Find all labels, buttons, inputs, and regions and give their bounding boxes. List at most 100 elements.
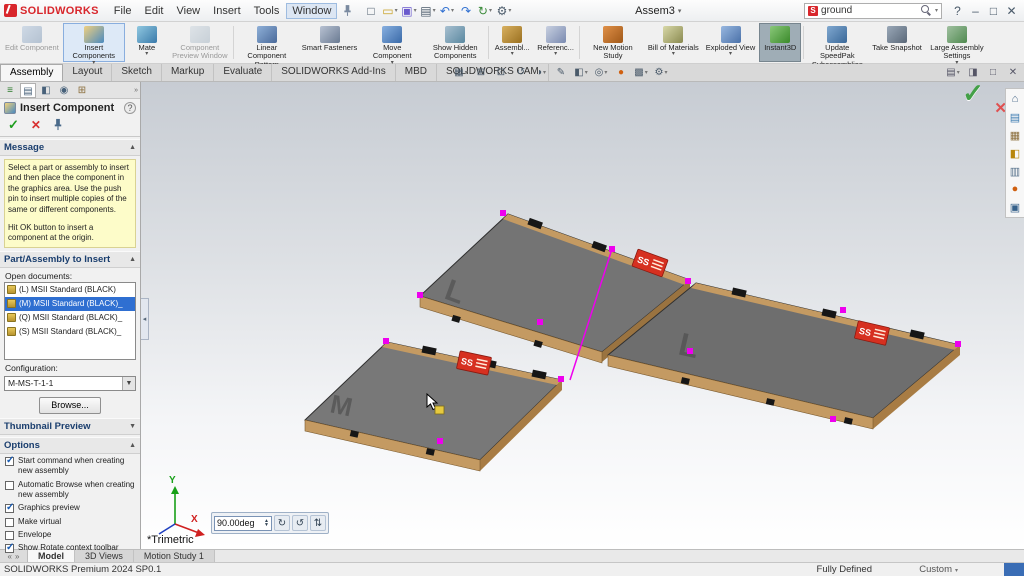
property-manager-tab[interactable]: ▤ [20,83,36,98]
tab-sketch[interactable]: Sketch [112,64,162,81]
doc-restore-icon[interactable]: □ [985,65,1001,80]
ribbon-show-hidden-components[interactable]: Show Hidden Components [424,23,486,62]
display-style-icon[interactable]: ◧ [572,65,590,80]
search-input[interactable] [821,5,918,16]
options-section-header[interactable]: Options▲ [0,437,140,454]
tab-evaluate[interactable]: Evaluate [214,64,272,81]
display-manager-tab[interactable]: ◉ [56,83,72,98]
menu-tools[interactable]: Tools [248,3,286,19]
document-item[interactable]: (Q) MSII Standard (BLACK)_ [5,311,135,325]
open-icon[interactable]: ▭ [381,2,398,19]
configuration-manager-tab[interactable]: ◧ [38,83,54,98]
option-make-virtual[interactable]: Make virtual [0,515,140,528]
ribbon-move-component[interactable]: Move Component [361,23,423,62]
ribbon-update-speedpak[interactable]: Update SpeedPak Subassemblies [806,23,868,62]
help-icon[interactable]: ? [949,2,966,19]
ribbon-reference-geometry[interactable]: Referenc... [534,23,577,62]
ribbon-linear-component-pattern[interactable]: Linear Component Pattern [236,23,298,62]
hide-show-items-icon[interactable]: ◎ [592,65,610,80]
ribbon-new-motion-study[interactable]: New Motion Study [582,23,644,62]
ribbon-component-preview-window[interactable]: Component Preview Window [169,23,231,62]
view-settings-icon[interactable]: ⚙ [652,65,670,80]
pushpin-icon[interactable] [53,118,63,133]
task-pane-icon[interactable]: ◨ [965,65,981,80]
chevron-down-icon[interactable]: ▼ [122,377,135,390]
tab-assembly[interactable]: Assembly [0,64,63,81]
custom-properties-icon[interactable]: ▣ [1008,200,1023,214]
save-icon[interactable]: ▣ [400,2,417,19]
minimize-icon[interactable]: – [967,2,984,19]
appearances-icon[interactable]: ● [1008,182,1023,196]
manager-tabs-overflow-icon[interactable]: » [134,87,138,94]
message-section-header[interactable]: Message▲ [0,139,140,156]
view-orientation-icon[interactable]: ▦ [452,65,470,80]
configuration-select[interactable]: M-MS-T-1-1 ▼ [4,376,136,391]
option-envelope[interactable]: Envelope [0,528,140,541]
confirm-ok-icon[interactable]: ✓ [962,82,984,109]
redo-icon[interactable]: ↷ [457,2,474,19]
option-automatic-browse[interactable]: Automatic Browse when creating new assem… [0,478,140,502]
rotate-cw-icon[interactable]: ↻ [274,515,290,531]
new-document-icon[interactable]: □ [362,2,379,19]
previous-view-icon[interactable]: ↺ [512,65,530,80]
tab-motion-study-1[interactable]: Motion Study 1 [134,550,215,562]
ribbon-large-assembly-settings[interactable]: Large Assembly Settings [926,23,988,62]
checkbox[interactable] [5,457,14,466]
tab-markup[interactable]: Markup [162,64,214,81]
ribbon-bill-of-materials[interactable]: Bill of Materials [645,23,702,62]
zoom-fit-icon[interactable]: ⊞ [472,65,490,80]
panel-collapse-handle[interactable]: ◂ [141,298,149,340]
options-icon[interactable]: ⚙ [495,2,512,19]
print-icon[interactable]: ▤ [419,2,436,19]
tab-solidworks-add-ins[interactable]: SOLIDWORKS Add-Ins [272,64,395,81]
checkbox[interactable] [5,544,14,553]
maximize-icon[interactable]: □ [985,2,1002,19]
ribbon-instant3d[interactable]: Instant3D [759,23,801,62]
annotations-icon[interactable]: ✎ [552,65,570,80]
menu-view[interactable]: View [170,3,206,19]
rotate-ccw-icon[interactable]: ↺ [292,515,308,531]
flip-icon[interactable]: ⇅ [310,515,326,531]
ok-button[interactable]: ✓ [8,117,19,133]
document-item[interactable]: (S) MSII Standard (BLACK)_ [5,325,135,339]
ribbon-smart-fasteners[interactable]: Smart Fasteners [299,23,360,62]
checkbox[interactable] [5,481,14,490]
pm-help-icon[interactable]: ? [124,102,136,114]
option-graphics-preview[interactable]: Graphics preview [0,501,140,514]
zoom-area-icon[interactable]: ⊡ [492,65,510,80]
status-tag-icon[interactable] [1004,563,1024,576]
dimxpert-manager-tab[interactable]: ⊞ [74,83,90,98]
spinner-icons[interactable]: ▲▼ [264,519,269,527]
document-item[interactable]: (L) MSII Standard (BLACK) [5,283,135,297]
cancel-button[interactable]: ✕ [31,118,41,132]
design-library-icon[interactable]: ▦ [1008,128,1023,142]
browse-button[interactable]: Browse... [39,397,101,414]
menu-insert[interactable]: Insert [207,3,247,19]
apply-scene-icon[interactable]: ▩ [632,65,650,80]
checkbox[interactable] [5,531,14,540]
menubar-pin-icon[interactable] [343,4,352,17]
search-box[interactable]: S ▾ [804,3,942,19]
home-icon[interactable]: ⌂ [1008,92,1023,106]
rebuild-icon[interactable]: ↻ [476,2,493,19]
graphics-viewport[interactable]: L L M [141,82,1024,549]
document-item-selected[interactable]: (M) MSII Standard (BLACK)_ [5,297,135,311]
thumbnail-preview-section-header[interactable]: Thumbnail Preview▼ [0,418,140,435]
file-explorer-icon[interactable]: ◧ [1008,146,1023,160]
angle-input[interactable]: 90.00deg ▲▼ [214,516,272,531]
edit-appearance-icon[interactable]: ● [612,65,630,80]
ribbon-exploded-view[interactable]: Exploded View [703,23,758,62]
resources-icon[interactable]: ▤ [1008,110,1023,124]
menu-edit[interactable]: Edit [139,3,170,19]
checkbox[interactable] [5,504,14,513]
tab-layout[interactable]: Layout [63,64,112,81]
feature-manager-tab[interactable]: ≡ [2,83,18,98]
ribbon-edit-component[interactable]: Edit Component [2,23,62,62]
undo-icon[interactable]: ↶ [438,2,455,19]
search-icon[interactable] [921,5,932,16]
close-icon[interactable]: ✕ [1003,2,1020,19]
ribbon-insert-components[interactable]: Insert Components [63,23,125,62]
part-assembly-section-header[interactable]: Part/Assembly to Insert▲ [0,251,140,268]
menu-window[interactable]: Window [286,3,337,19]
ribbon-assembly-features[interactable]: Assembl... [491,23,533,62]
